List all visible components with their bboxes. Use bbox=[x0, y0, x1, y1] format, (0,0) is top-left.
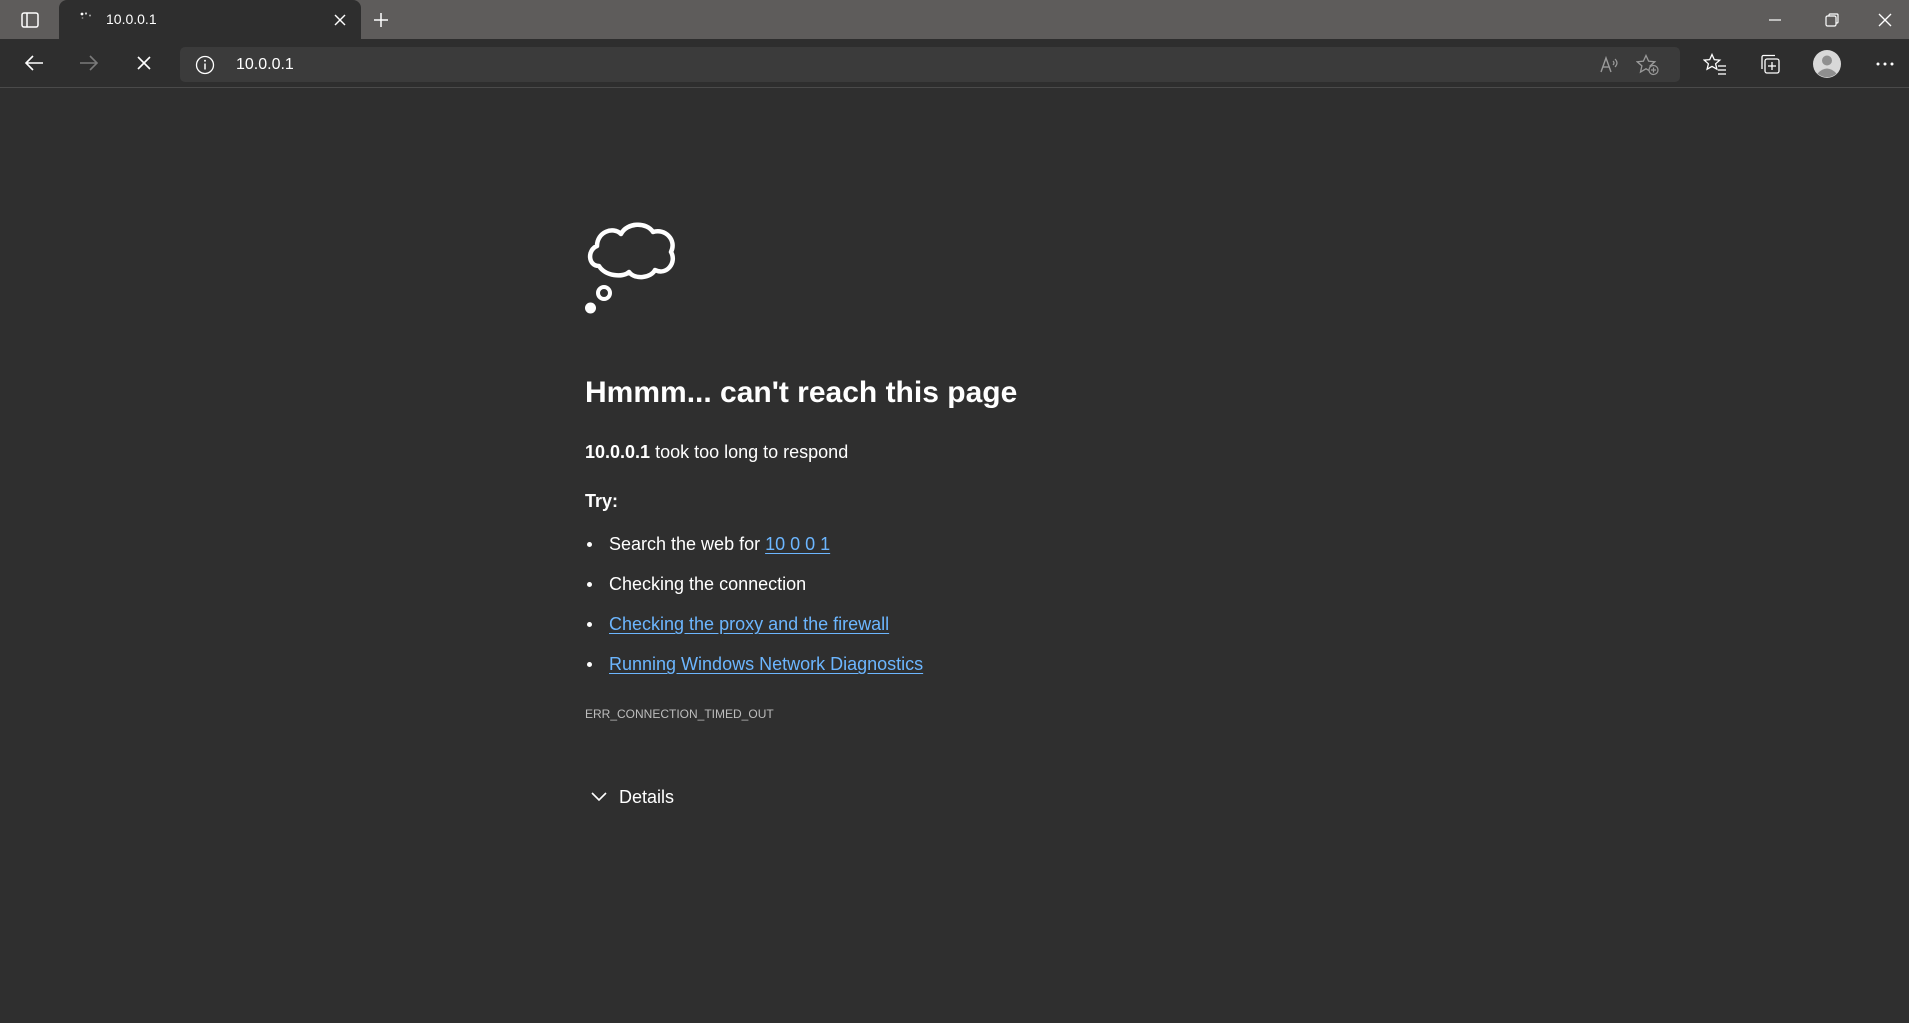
plus-icon bbox=[374, 13, 388, 27]
forward-button[interactable] bbox=[71, 47, 107, 79]
site-info-button[interactable] bbox=[194, 54, 216, 76]
url-text[interactable]: 10.0.0.1 bbox=[236, 56, 294, 74]
more-button[interactable] bbox=[1867, 47, 1903, 81]
error-code: ERR_CONNECTION_TIMED_OUT bbox=[585, 707, 774, 721]
error-host: 10.0.0.1 bbox=[585, 442, 651, 462]
tab-actions-icon bbox=[21, 12, 39, 28]
suggestion-search-web: Search the web for 10 0 0 1 bbox=[585, 533, 923, 573]
info-icon bbox=[195, 55, 215, 75]
tab-active[interactable]: 10.0.0.1 bbox=[59, 0, 361, 39]
restore-icon bbox=[1825, 12, 1839, 27]
thought-cloud-icon bbox=[585, 222, 675, 314]
stop-icon bbox=[137, 56, 151, 70]
toolbar: 10.0.0.1 bbox=[0, 39, 1909, 88]
profile-button[interactable] bbox=[1809, 47, 1845, 81]
collections-icon bbox=[1761, 54, 1780, 74]
suggestion-proxy-firewall: Checking the proxy and the firewall bbox=[585, 613, 923, 653]
address-bar[interactable]: 10.0.0.1 bbox=[180, 47, 1680, 82]
search-web-link[interactable]: 10 0 0 1 bbox=[765, 534, 830, 554]
collections-button[interactable] bbox=[1752, 47, 1788, 81]
back-button[interactable] bbox=[16, 47, 52, 79]
close-icon bbox=[334, 14, 346, 26]
details-label: Details bbox=[619, 787, 675, 807]
loading-spinner-icon bbox=[80, 12, 91, 19]
minimize-button[interactable] bbox=[1747, 0, 1803, 39]
minimize-icon bbox=[1769, 18, 1781, 21]
stop-button[interactable] bbox=[126, 47, 162, 79]
window-close-button[interactable] bbox=[1861, 0, 1909, 39]
suggestion-network-diagnostics: Running Windows Network Diagnostics bbox=[585, 653, 923, 693]
suggestion-check-connection-text: Checking the connection bbox=[609, 574, 807, 594]
new-tab-button[interactable] bbox=[367, 6, 395, 34]
error-message: 10.0.0.1 took too long to respond bbox=[585, 441, 848, 463]
more-icon bbox=[1876, 62, 1894, 66]
tab-close-button[interactable] bbox=[329, 9, 351, 31]
details-toggle[interactable]: Details bbox=[585, 782, 674, 812]
back-arrow-icon bbox=[24, 55, 43, 71]
read-aloud-icon bbox=[1600, 55, 1618, 73]
network-diagnostics-link[interactable]: Running Windows Network Diagnostics bbox=[609, 654, 923, 674]
restore-button[interactable] bbox=[1804, 0, 1860, 39]
add-favorite-button[interactable] bbox=[1634, 51, 1662, 79]
profile-avatar-icon bbox=[1813, 50, 1841, 78]
suggestion-search-prefix: Search the web for bbox=[609, 534, 766, 554]
suggestion-check-connection: Checking the connection bbox=[585, 573, 923, 613]
forward-arrow-icon bbox=[80, 55, 99, 71]
add-favorite-icon bbox=[1636, 54, 1659, 76]
try-label: Try: bbox=[585, 491, 619, 511]
suggestions-list: Search the web for 10 0 0 1 Checking the… bbox=[585, 533, 923, 693]
proxy-firewall-link[interactable]: Checking the proxy and the firewall bbox=[609, 614, 889, 634]
tab-actions-button[interactable] bbox=[14, 7, 46, 33]
favorites-button[interactable] bbox=[1697, 47, 1733, 81]
favorites-icon bbox=[1703, 53, 1726, 75]
read-aloud-button[interactable] bbox=[1596, 51, 1624, 79]
title-bar: 10.0.0.1 bbox=[0, 0, 1909, 39]
error-message-text: took too long to respond bbox=[650, 442, 849, 462]
error-heading: Hmmm... can't reach this page bbox=[585, 376, 1018, 409]
close-icon bbox=[1878, 13, 1892, 26]
chevron-down-icon bbox=[585, 787, 613, 807]
tab-title: 10.0.0.1 bbox=[106, 11, 157, 27]
